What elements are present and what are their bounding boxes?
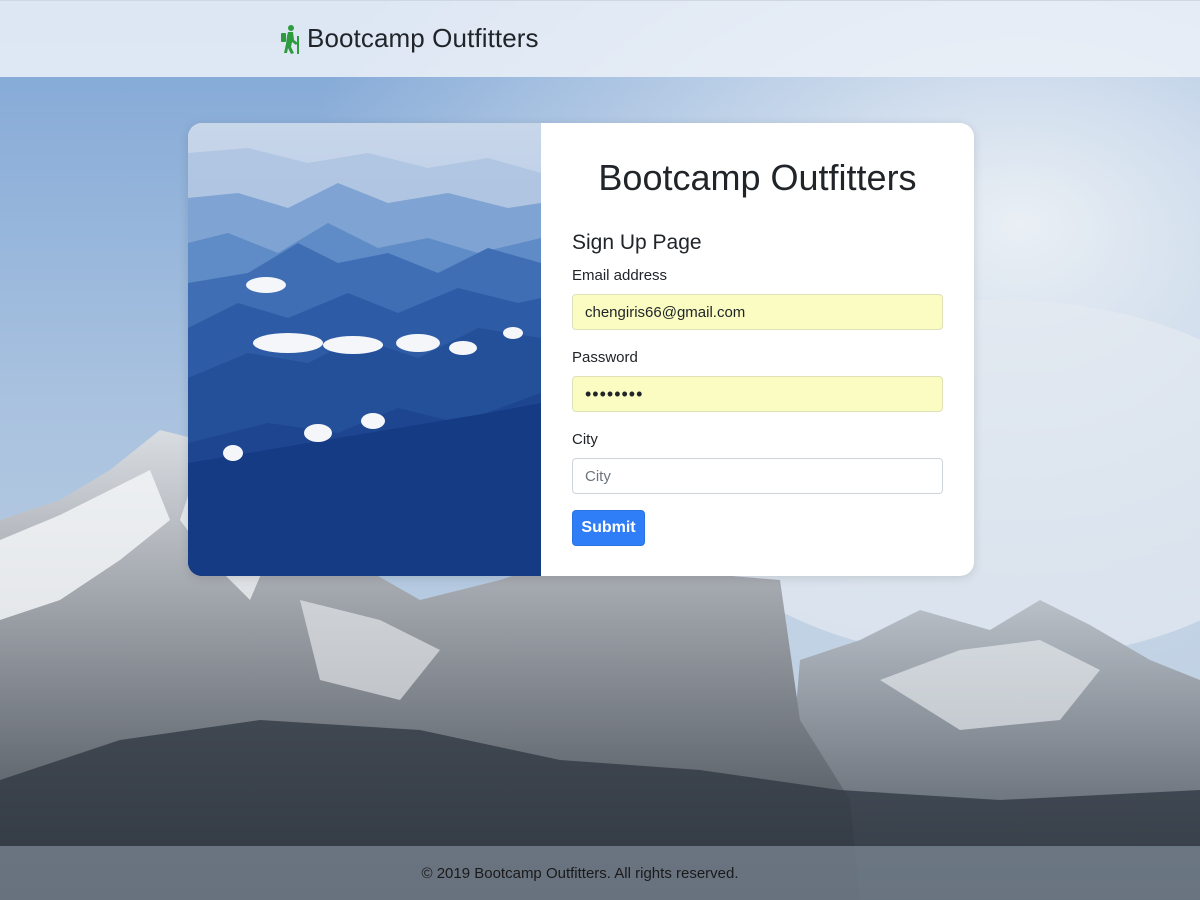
footer-copyright: © 2019 Bootcamp Outfitters. All rights r… [421, 864, 739, 882]
password-input[interactable] [572, 376, 943, 412]
email-label: Email address [572, 267, 668, 284]
signup-form-panel: Bootcamp Outfitters Sign Up Page Email a… [541, 123, 974, 576]
brand-name: Bootcamp Outfitters [307, 23, 539, 53]
card-mountain-image [188, 123, 541, 576]
top-navbar: Bootcamp Outfitters [0, 0, 1200, 77]
city-label: City [572, 431, 598, 448]
submit-button[interactable]: Submit [572, 510, 645, 546]
page-footer: © 2019 Bootcamp Outfitters. All rights r… [0, 846, 1200, 900]
hiking-person-icon [279, 24, 301, 54]
signup-card: Bootcamp Outfitters Sign Up Page Email a… [188, 123, 974, 576]
brand-link[interactable]: Bootcamp Outfitters [279, 23, 539, 54]
card-title: Bootcamp Outfitters [598, 157, 917, 198]
form-heading: Sign Up Page [572, 231, 702, 254]
city-input[interactable] [572, 458, 943, 494]
email-input[interactable] [572, 294, 943, 330]
password-label: Password [572, 349, 638, 366]
